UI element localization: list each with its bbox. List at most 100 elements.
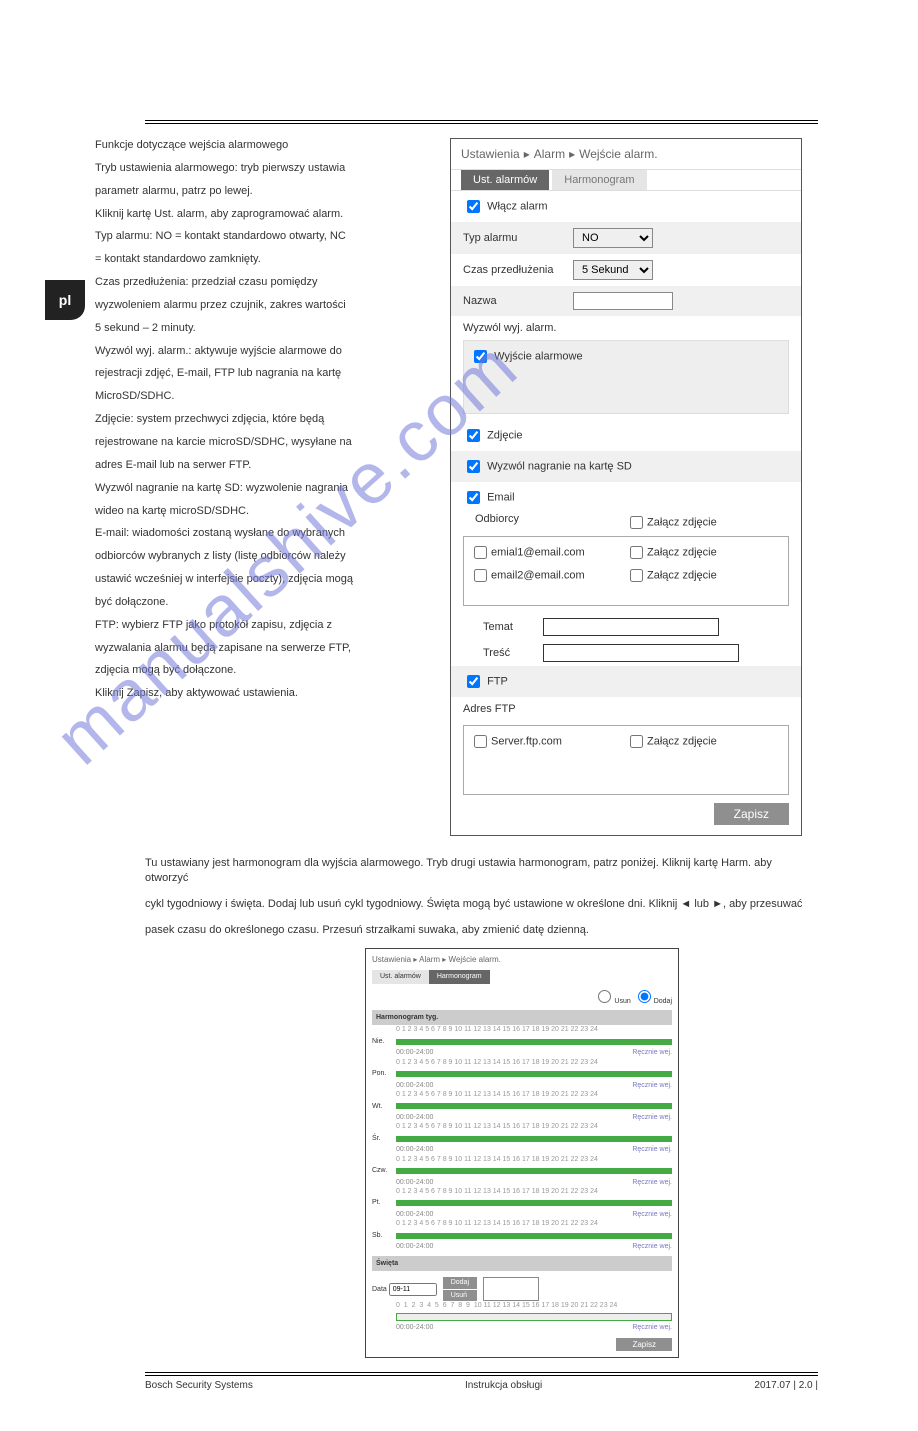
holiday-list[interactable] <box>483 1277 539 1301</box>
p: zdjęcia mogą być dołączone. <box>95 663 440 678</box>
add-radio[interactable] <box>638 990 651 1003</box>
content-label: Treść <box>483 647 543 659</box>
email-label: Email <box>487 491 515 503</box>
save-button[interactable]: Zapisz <box>616 1338 672 1351</box>
p: Kliknij kartę Ust. alarm, aby zaprogramo… <box>95 207 440 222</box>
p: wyzwalania alarmu będą zapisane na serwe… <box>95 641 440 656</box>
trigger-output-label: Wyzwól wyj. alarm. <box>451 316 801 340</box>
trigger-sd-checkbox[interactable] <box>467 460 480 473</box>
alarm-out-checkbox[interactable] <box>474 350 487 363</box>
manual-link[interactable]: Ręcznie wej. <box>632 1210 672 1219</box>
recipients-header: Odbiorcy <box>475 513 626 532</box>
name-input[interactable] <box>573 292 673 310</box>
footer-left: Bosch Security Systems <box>145 1380 253 1391</box>
day-timebar[interactable] <box>396 1168 672 1174</box>
p: FTP: wybierz FTP jako protokół zapisu, z… <box>95 618 440 633</box>
settings-panel: Ustawienia▸Alarm▸Wejście alarm. Ust. ala… <box>450 138 802 836</box>
p: Typ alarmu: NO = kontakt standardowo otw… <box>95 229 440 244</box>
schedule-panel: Ustawienia ▸ Alarm ▸ Wejście alarm. Ust.… <box>365 948 679 1358</box>
weekly-header: Harmonogram tyg. <box>372 1010 672 1025</box>
ftp-label: FTP <box>487 675 508 687</box>
p: parametr alarmu, patrz po lewej. <box>95 184 440 199</box>
ftp-address-label: Adres FTP <box>451 697 801 721</box>
tab-alarm-settings[interactable]: Ust. alarmów <box>461 170 549 190</box>
ftp-checkbox[interactable] <box>467 675 480 688</box>
breadcrumb: Ustawienia▸Alarm▸Wejście alarm. <box>451 139 801 169</box>
enable-alarm-checkbox[interactable] <box>467 200 480 213</box>
hold-time-select[interactable]: 5 Sekund <box>573 260 653 280</box>
alarm-type-select[interactable]: NO <box>573 228 653 248</box>
content-input[interactable] <box>543 644 739 662</box>
holiday-timebar[interactable] <box>396 1313 672 1321</box>
holiday-header: Święta <box>372 1256 672 1271</box>
tab-alarm-settings[interactable]: Ust. alarmów <box>372 970 429 983</box>
p: Wyzwól nagranie na kartę SD: wyzwolenie … <box>95 481 440 496</box>
footer-mid: Instrukcja obsługi <box>465 1380 542 1391</box>
attach-pic-header: Załącz zdjęcie <box>647 516 717 528</box>
ftp-server-checkbox[interactable] <box>474 735 487 748</box>
p: E-mail: wiadomości zostaną wysłane do wy… <box>95 526 440 541</box>
p: być dołączone. <box>95 595 440 610</box>
attach-pic: Załącz zdjęcie <box>647 569 717 581</box>
p: 5 sekund – 2 minuty. <box>95 321 440 336</box>
breadcrumb: Ustawienia ▸ Alarm ▸ Wejście alarm. <box>372 955 672 966</box>
tab-schedule[interactable]: Harmonogram <box>429 970 490 983</box>
manual-link[interactable]: Ręcznie wej. <box>632 1048 672 1057</box>
add-button[interactable]: Dodaj <box>443 1277 477 1288</box>
hold-time-label: Czas przedłużenia <box>463 264 573 276</box>
enable-alarm-label: Włącz alarm <box>487 200 548 212</box>
p: rejestracji zdjęć, E-mail, FTP lub nagra… <box>95 366 440 381</box>
day-timebar[interactable] <box>396 1039 672 1045</box>
attach-pic: Załącz zdjęcie <box>647 546 717 558</box>
p: MicroSD/SDHC. <box>95 389 440 404</box>
footer-rule <box>145 1372 818 1376</box>
subject-input[interactable] <box>543 618 719 636</box>
snapshot-checkbox[interactable] <box>467 429 480 442</box>
p: wideo na kartę microSD/SDHC. <box>95 504 440 519</box>
footer: Bosch Security Systems Instrukcja obsług… <box>145 1380 818 1391</box>
email1: emial1@email.com <box>491 546 585 558</box>
delete-button[interactable]: Usuń <box>443 1290 477 1301</box>
p: ustawić wcześniej w interfejsie poczty),… <box>95 572 440 587</box>
p: pasek czasu do określonego czasu. Przesu… <box>145 923 818 938</box>
snapshot-label: Zdjęcie <box>487 429 522 441</box>
erase-radio[interactable] <box>598 990 611 1003</box>
header-rule <box>145 120 818 124</box>
manual-link[interactable]: Ręcznie wej. <box>632 1081 672 1090</box>
email1-attach-checkbox[interactable] <box>630 546 643 559</box>
p: Czas przedłużenia: przedział czasu pomię… <box>95 275 440 290</box>
save-button[interactable]: Zapisz <box>714 803 789 825</box>
p: wyzwoleniem alarmu przez czujnik, zakres… <box>95 298 440 313</box>
manual-link[interactable]: Ręcznie wej. <box>632 1242 672 1251</box>
manual-link[interactable]: Ręcznie wej. <box>632 1145 672 1154</box>
p: Funkcje dotyczące wejścia alarmowego <box>95 138 440 153</box>
p: Wyzwól wyj. alarm.: aktywuje wyjście ala… <box>95 344 440 359</box>
p: cykl tygodniowy i święta. Dodaj lub usuń… <box>145 897 818 912</box>
date-label: Data <box>372 1286 387 1293</box>
language-tab: pl <box>45 280 85 320</box>
manual-link[interactable]: Ręcznie wej. <box>632 1178 672 1187</box>
email2-checkbox[interactable] <box>474 569 487 582</box>
day-timebar[interactable] <box>396 1103 672 1109</box>
day-timebar[interactable] <box>396 1071 672 1077</box>
date-input[interactable] <box>389 1283 437 1296</box>
manual-link[interactable]: Ręcznie wej. <box>632 1113 672 1122</box>
email2-attach-checkbox[interactable] <box>630 569 643 582</box>
alarm-type-label: Typ alarmu <box>463 232 573 244</box>
attach-pic-header-checkbox[interactable] <box>630 516 643 529</box>
email1-checkbox[interactable] <box>474 546 487 559</box>
day-timebar[interactable] <box>396 1233 672 1239</box>
tab-schedule[interactable]: Harmonogram <box>552 170 646 190</box>
ftp-attach-checkbox[interactable] <box>630 735 643 748</box>
day-timebar[interactable] <box>396 1136 672 1142</box>
p: Zdjęcie: system przechwyci zdjęcia, któr… <box>95 412 440 427</box>
email-checkbox[interactable] <box>467 491 480 504</box>
p: rejestrowane na karcie microSD/SDHC, wys… <box>95 435 440 450</box>
p: Kliknij Zapisz, aby aktywować ustawienia… <box>95 686 440 701</box>
trigger-sd-label: Wyzwól nagranie na kartę SD <box>487 460 632 472</box>
name-label: Nazwa <box>463 295 573 307</box>
subject-label: Temat <box>483 621 543 633</box>
p: = kontakt standardowo zamknięty. <box>95 252 440 267</box>
day-timebar[interactable] <box>396 1200 672 1206</box>
email2: email2@email.com <box>491 569 585 581</box>
